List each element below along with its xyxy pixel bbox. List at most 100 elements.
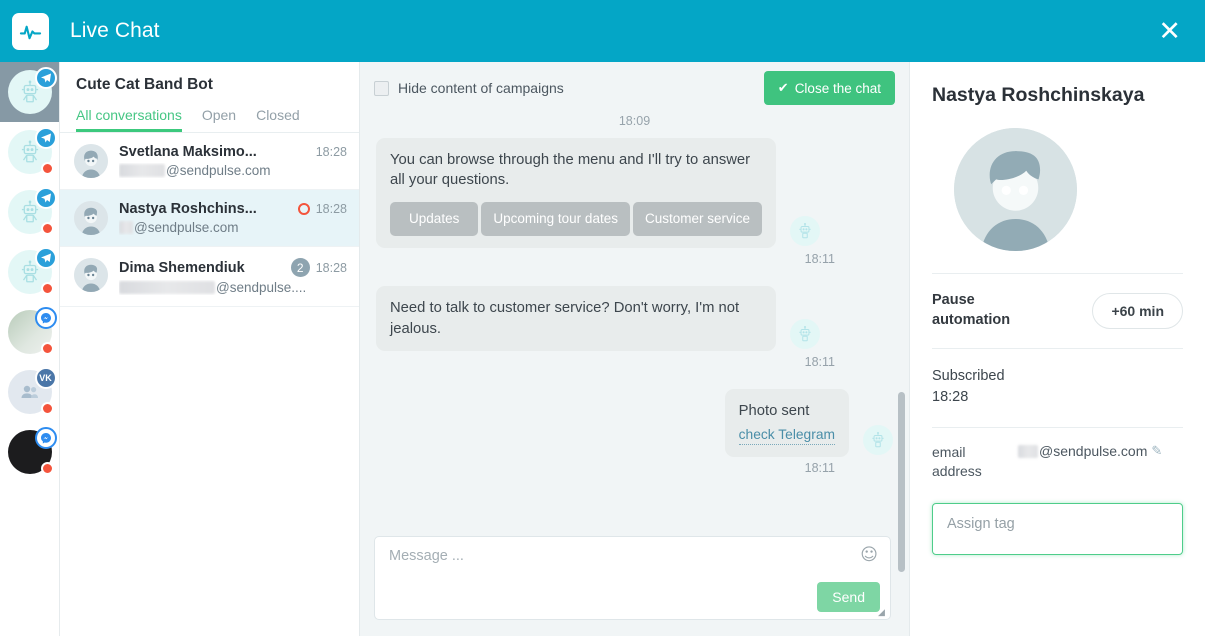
tab-all-conversations[interactable]: All conversations <box>76 107 182 132</box>
bot-rail-item-telegram-4[interactable] <box>0 242 60 302</box>
contact-name: Dima Shemendiuk <box>119 260 285 276</box>
brand-avatar <box>8 310 52 354</box>
email-suffix: @sendpulse.... <box>216 280 306 295</box>
avatar <box>74 144 108 178</box>
conversation-top-row: Nastya Roshchins... 18:28 <box>119 201 347 217</box>
conversation-top-row: Svetlana Maksimo... 18:28 <box>119 144 347 160</box>
conversation-top-row: Dima Shemendiuk 2 18:28 <box>119 258 347 277</box>
message-timestamp: 18:11 <box>376 355 835 369</box>
close-icon[interactable]: ✕ <box>1152 14 1187 49</box>
email-suffix: @sendpulse.com <box>134 220 239 235</box>
unread-dot <box>41 222 54 235</box>
masked-text <box>1018 445 1038 458</box>
resize-handle[interactable]: ◢ <box>878 608 888 618</box>
timestamp: 18:28 <box>316 261 347 275</box>
unread-dot <box>41 342 54 355</box>
robot-avatar <box>8 190 52 234</box>
unread-dot <box>41 462 54 475</box>
messenger-icon <box>35 307 57 329</box>
message-text: You can browse through the menu and I'll… <box>390 150 762 191</box>
page-title: Live Chat <box>70 19 160 43</box>
quick-reply-row: Updates Upcoming tour dates Customer ser… <box>390 202 762 237</box>
quick-reply-customer-service[interactable]: Customer service <box>633 202 762 237</box>
bot-rail-item-telegram-1[interactable] <box>0 62 60 122</box>
tab-closed[interactable]: Closed <box>256 107 300 132</box>
conversation-row-dima[interactable]: Dima Shemendiuk 2 18:28 @sendpulse.... <box>60 247 359 307</box>
message-bubble: You can browse through the menu and I'll… <box>376 138 776 248</box>
tab-open[interactable]: Open <box>202 107 236 132</box>
check-telegram-link[interactable]: check Telegram <box>739 425 835 445</box>
conversation-meta: 2 18:28 <box>291 258 347 277</box>
telegram-icon <box>35 247 57 269</box>
conversation-list-header: Cute Cat Band Bot All conversations Open… <box>60 62 359 132</box>
unread-dot <box>41 402 54 415</box>
brand-avatar <box>8 430 52 474</box>
checkbox-box[interactable] <box>374 81 389 96</box>
contact-name: Svetlana Maksimo... <box>119 144 310 160</box>
conversation-row-nastya[interactable]: Nastya Roshchins... 18:28 @sendpulse.com <box>60 190 359 247</box>
hide-campaigns-label: Hide content of campaigns <box>398 80 564 96</box>
group-avatar: VK <box>8 370 52 414</box>
robot-avatar <box>8 130 52 174</box>
email-suffix: @sendpulse.com <box>1039 443 1147 459</box>
contact-name-heading: Nastya Roshchinskaya <box>932 84 1183 107</box>
robot-avatar <box>8 250 52 294</box>
bot-rail-item-telegram-2[interactable] <box>0 122 60 182</box>
contact-email: @sendpulse.... <box>119 280 347 295</box>
message-input[interactable]: Message ... ☺ Send ◢ <box>374 536 891 620</box>
robot-avatar <box>8 70 52 114</box>
bot-rail-item-vk-1[interactable]: VK <box>0 362 60 422</box>
message-scroll-area[interactable]: 18:09 You can browse through the menu an… <box>360 114 909 526</box>
conversation-content: Dima Shemendiuk 2 18:28 @sendpulse.... <box>119 258 347 295</box>
check-icon: ✔ <box>778 80 789 96</box>
pause-automation-row: Pause automation +60 min <box>932 274 1183 348</box>
conversation-list-panel: Cute Cat Band Bot All conversations Open… <box>60 62 360 636</box>
masked-text <box>119 221 133 234</box>
assign-tag-input[interactable]: Assign tag <box>932 503 1183 555</box>
smiley-icon[interactable]: ☺ <box>860 547 878 564</box>
robot-icon <box>796 325 814 343</box>
message-text: Photo sent <box>739 401 835 421</box>
message-bubble: Photo sent check Telegram <box>725 389 849 457</box>
hide-campaigns-checkbox[interactable]: Hide content of campaigns <box>374 80 564 96</box>
chat-scrollbar-thumb[interactable] <box>898 392 905 572</box>
robot-icon <box>796 222 814 240</box>
unread-count-badge: 2 <box>291 258 310 277</box>
conversation-meta: 18:28 <box>316 145 347 159</box>
unread-ring-icon <box>298 203 310 215</box>
close-the-chat-button[interactable]: ✔ Close the chat <box>764 71 895 105</box>
pulse-icon <box>12 13 49 50</box>
telegram-icon <box>35 187 57 209</box>
pencil-icon[interactable]: ✎ <box>1151 443 1162 459</box>
unread-dot <box>41 162 54 175</box>
telegram-icon <box>35 127 57 149</box>
bot-rail: VK <box>0 62 60 636</box>
quick-reply-updates[interactable]: Updates <box>390 202 478 237</box>
quick-reply-upcoming-tour-dates[interactable]: Upcoming tour dates <box>481 202 630 237</box>
person-avatar-icon <box>954 128 1077 251</box>
contact-email: @sendpulse.com <box>119 163 347 178</box>
bot-rail-item-telegram-3[interactable] <box>0 182 60 242</box>
bot-message-avatar <box>790 319 820 349</box>
message-text: Need to talk to customer service? Don't … <box>390 298 762 339</box>
pause-automation-button[interactable]: +60 min <box>1092 293 1183 329</box>
conversation-row-svetlana[interactable]: Svetlana Maksimo... 18:28 @sendpulse.com <box>60 133 359 190</box>
assign-tag-placeholder: Assign tag <box>947 516 1015 532</box>
messenger-icon <box>35 427 57 449</box>
live-chat-app: Live Chat ✕ <box>0 0 1205 636</box>
composer-area: Message ... ☺ Send ◢ <box>360 526 909 636</box>
message-bubble: Need to talk to customer service? Don't … <box>376 286 776 351</box>
conversation-meta: 18:28 <box>298 202 347 216</box>
vk-icon: VK <box>35 367 57 389</box>
avatar <box>74 201 108 235</box>
bot-name-label: Cute Cat Band Bot <box>76 76 343 94</box>
message-timestamp: 18:11 <box>376 252 835 266</box>
bot-rail-item-facebook-1[interactable] <box>0 302 60 362</box>
message-row-in-2: Need to talk to customer service? Don't … <box>376 286 893 351</box>
timestamp: 18:28 <box>316 202 347 216</box>
subscribed-time: 18:28 <box>932 387 1183 408</box>
robot-icon <box>869 431 887 449</box>
bot-message-avatar <box>790 216 820 246</box>
send-button[interactable]: Send <box>817 582 880 612</box>
bot-rail-item-facebook-2[interactable] <box>0 422 60 482</box>
